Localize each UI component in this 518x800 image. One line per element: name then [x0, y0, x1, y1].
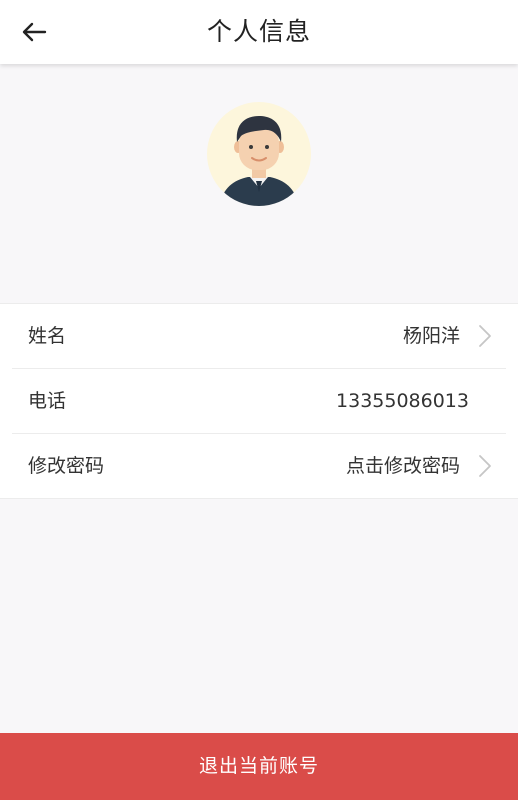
- logout-button[interactable]: 退出当前账号: [0, 733, 518, 800]
- name-label: 姓名: [28, 325, 67, 347]
- app-header: 个人信息: [0, 0, 518, 64]
- chevron-right-icon: [479, 325, 491, 347]
- user-avatar-icon[interactable]: [200, 102, 318, 206]
- name-value: 杨阳洋: [402, 325, 460, 347]
- info-list: 姓名 杨阳洋 电话 13355086013 修改密码 点击修改密码: [0, 303, 518, 499]
- password-value: 点击修改密码: [345, 455, 460, 477]
- info-row-password[interactable]: 修改密码 点击修改密码: [12, 434, 506, 498]
- phone-label: 电话: [28, 390, 67, 412]
- page-title: 个人信息: [206, 17, 311, 46]
- info-row-phone: 电话 13355086013: [12, 369, 506, 434]
- phone-value: 13355086013: [336, 390, 469, 412]
- chevron-right-icon: [479, 455, 491, 477]
- info-row-name[interactable]: 姓名 杨阳洋: [12, 304, 506, 369]
- password-label: 修改密码: [28, 455, 105, 477]
- avatar-section: [200, 102, 318, 206]
